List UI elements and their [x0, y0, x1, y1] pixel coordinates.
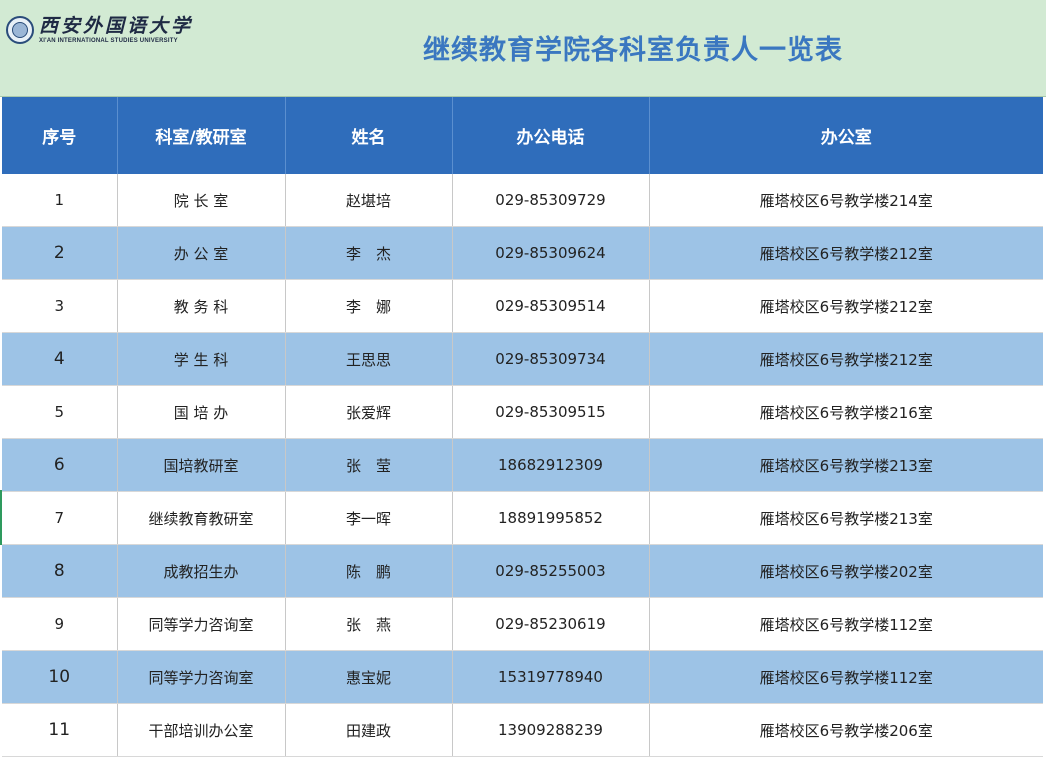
cell-office: 雁塔校区6号教学楼212室 — [649, 332, 1043, 386]
table-header-row: 序号 科室/教研室 姓名 办公电话 办公室 — [2, 97, 1043, 174]
cell-name: 李一晖 — [285, 491, 453, 545]
page-title: 继续教育学院各科室负责人一览表 — [423, 35, 843, 66]
cell-phone: 029-85255003 — [452, 544, 650, 598]
cell-name: 张爱辉 — [285, 385, 453, 439]
cell-name: 田建政 — [285, 703, 453, 757]
cell-dept: 成教招生办 — [117, 544, 286, 598]
cell-phone: 029-85309514 — [452, 279, 650, 333]
document-page: 西安外国语大学 XI'AN INTERNATIONAL STUDIES UNIV… — [0, 0, 1046, 758]
cell-no: 1 — [2, 174, 118, 227]
cell-phone: 15319778940 — [452, 650, 650, 704]
table-row: 6 国培教研室 张 莹 18682912309 雁塔校区6号教学楼213室 — [2, 438, 1043, 492]
cell-name: 王思思 — [285, 332, 453, 386]
cell-name: 惠宝妮 — [285, 650, 453, 704]
cell-phone: 029-85230619 — [452, 597, 650, 651]
cell-no: 10 — [2, 650, 118, 704]
university-logo: 西安外国语大学 XI'AN INTERNATIONAL STUDIES UNIV… — [6, 10, 193, 50]
document-header: 西安外国语大学 XI'AN INTERNATIONAL STUDIES UNIV… — [0, 0, 1046, 97]
cell-phone: 029-85309515 — [452, 385, 650, 439]
cell-no: 8 — [2, 544, 118, 598]
cell-name: 陈 鹏 — [285, 544, 453, 598]
cell-office: 雁塔校区6号教学楼212室 — [649, 279, 1043, 333]
cell-name: 张 莹 — [285, 438, 453, 492]
cell-name: 张 燕 — [285, 597, 453, 651]
cell-dept: 学 生 科 — [117, 332, 286, 386]
cell-phone: 13909288239 — [452, 703, 650, 757]
cell-dept: 同等学力咨询室 — [117, 597, 286, 651]
cell-office: 雁塔校区6号教学楼206室 — [649, 703, 1043, 757]
cell-dept: 办 公 室 — [117, 226, 286, 280]
cell-no: 7 — [2, 491, 118, 545]
cell-office: 雁塔校区6号教学楼214室 — [649, 174, 1043, 227]
cell-dept: 教 务 科 — [117, 279, 286, 333]
cell-office: 雁塔校区6号教学楼213室 — [649, 438, 1043, 492]
table-row: 10 同等学力咨询室 惠宝妮 15319778940 雁塔校区6号教学楼112室 — [2, 650, 1043, 704]
cell-no: 3 — [2, 279, 118, 333]
cell-phone: 18682912309 — [452, 438, 650, 492]
cell-office: 雁塔校区6号教学楼213室 — [649, 491, 1043, 545]
cell-dept: 国培教研室 — [117, 438, 286, 492]
contact-table: 序号 科室/教研室 姓名 办公电话 办公室 1 院 长 室 赵堪培 029-85… — [2, 97, 1043, 757]
table-row: 9 同等学力咨询室 张 燕 029-85230619 雁塔校区6号教学楼112室 — [2, 597, 1043, 651]
cell-name: 李 杰 — [285, 226, 453, 280]
cell-name: 赵堪培 — [285, 174, 453, 227]
cell-dept: 继续教育教研室 — [117, 491, 286, 545]
column-header-name: 姓名 — [285, 97, 453, 174]
cell-no: 4 — [2, 332, 118, 386]
table-row: 5 国 培 办 张爱辉 029-85309515 雁塔校区6号教学楼216室 — [2, 385, 1043, 439]
cell-no: 9 — [2, 597, 118, 651]
cell-office: 雁塔校区6号教学楼112室 — [649, 597, 1043, 651]
column-header-office: 办公室 — [649, 97, 1043, 174]
table-row: 11 干部培训办公室 田建政 13909288239 雁塔校区6号教学楼206室 — [2, 703, 1043, 757]
cell-phone: 029-85309734 — [452, 332, 650, 386]
cell-phone: 029-85309729 — [452, 174, 650, 227]
cell-name: 李 娜 — [285, 279, 453, 333]
cell-no: 5 — [2, 385, 118, 439]
table-row: 7 继续教育教研室 李一晖 18891995852 雁塔校区6号教学楼213室 — [2, 491, 1043, 545]
cell-phone: 029-85309624 — [452, 226, 650, 280]
cell-no: 11 — [2, 703, 118, 757]
cell-no: 2 — [2, 226, 118, 280]
cell-phone: 18891995852 — [452, 491, 650, 545]
cell-office: 雁塔校区6号教学楼216室 — [649, 385, 1043, 439]
cell-dept: 同等学力咨询室 — [117, 650, 286, 704]
logo-chinese-name: 西安外国语大学 — [39, 15, 194, 37]
logo-english-name: XI'AN INTERNATIONAL STUDIES UNIVERSITY — [39, 38, 178, 44]
table-row: 2 办 公 室 李 杰 029-85309624 雁塔校区6号教学楼212室 — [2, 226, 1043, 280]
table-row: 1 院 长 室 赵堪培 029-85309729 雁塔校区6号教学楼214室 — [2, 174, 1043, 227]
cell-dept: 国 培 办 — [117, 385, 286, 439]
column-header-dept: 科室/教研室 — [117, 97, 286, 174]
table-row: 3 教 务 科 李 娜 029-85309514 雁塔校区6号教学楼212室 — [2, 279, 1043, 333]
cell-office: 雁塔校区6号教学楼202室 — [649, 544, 1043, 598]
column-header-no: 序号 — [2, 97, 118, 174]
university-seal-icon — [6, 16, 34, 44]
cell-no: 6 — [2, 438, 118, 492]
table-row: 8 成教招生办 陈 鹏 029-85255003 雁塔校区6号教学楼202室 — [2, 544, 1043, 598]
table-row: 4 学 生 科 王思思 029-85309734 雁塔校区6号教学楼212室 — [2, 332, 1043, 386]
column-header-phone: 办公电话 — [452, 97, 650, 174]
cell-office: 雁塔校区6号教学楼112室 — [649, 650, 1043, 704]
cell-office: 雁塔校区6号教学楼212室 — [649, 226, 1043, 280]
cell-dept: 院 长 室 — [117, 174, 286, 227]
cell-dept: 干部培训办公室 — [117, 703, 286, 757]
